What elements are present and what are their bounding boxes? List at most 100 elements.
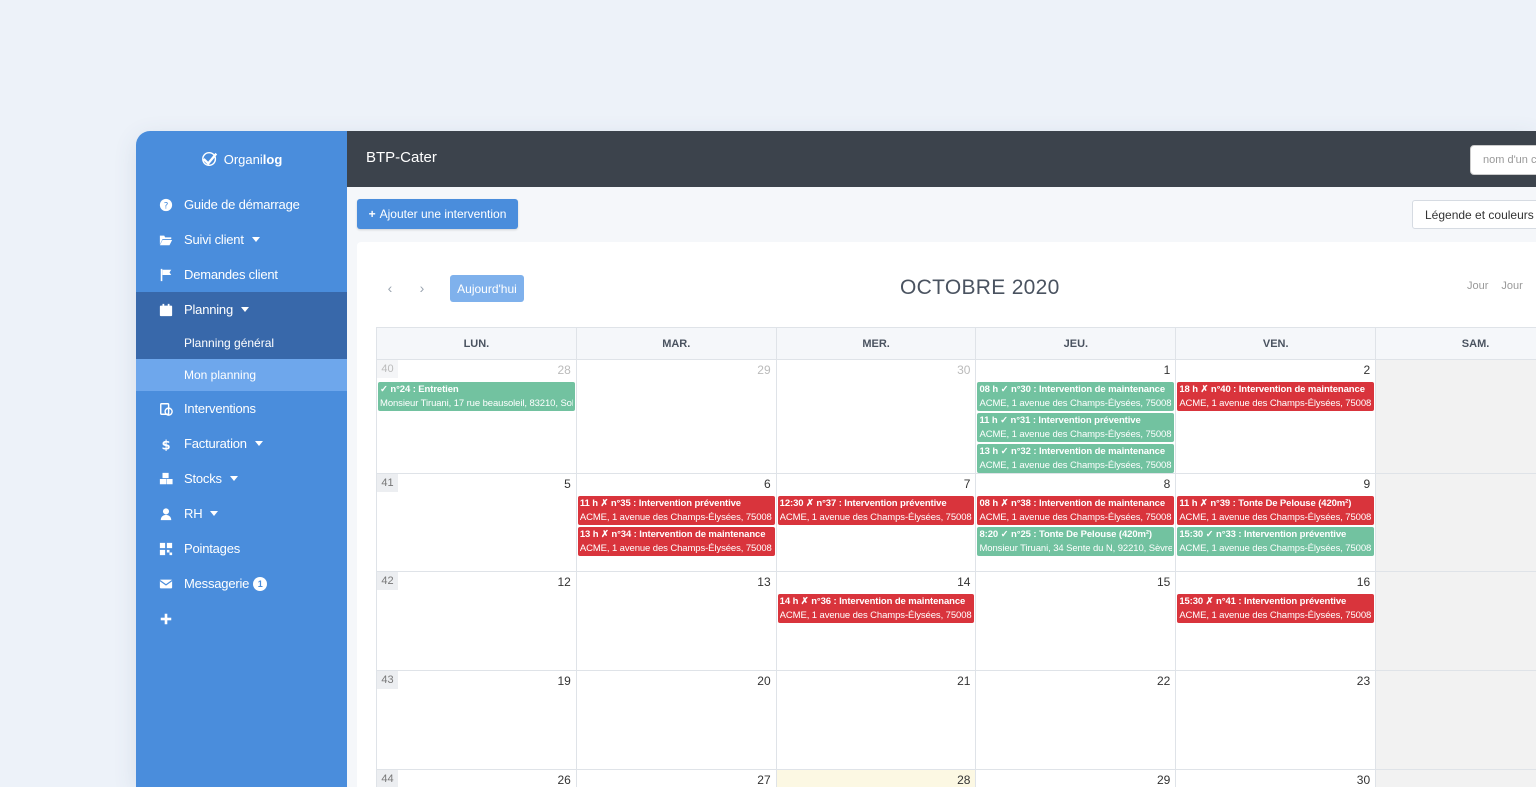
sidebar-item-planning[interactable]: Planning xyxy=(136,292,347,327)
calendar-day-cell[interactable]: 29 xyxy=(576,360,777,474)
calendar-day-cell[interactable]: 23 xyxy=(1176,671,1377,770)
day-number[interactable]: 15 xyxy=(1157,575,1170,589)
brand-logo[interactable]: Organilog xyxy=(136,131,347,187)
calendar-day-cell[interactable]: 22 xyxy=(976,671,1177,770)
day-number[interactable]: 9 xyxy=(1363,477,1370,491)
calendar-day-cell[interactable]: 41 5 xyxy=(377,474,577,572)
calendar-event[interactable]: ✓ n°24 : Entretien Monsieur Tiruani, 17 r… xyxy=(378,382,575,411)
calendar-event[interactable]: 08 h ✗ n°38 : Intervention de maintenanc… xyxy=(977,496,1175,525)
calendar-day-cell[interactable]: 30 xyxy=(776,360,977,474)
week-number[interactable]: 40 xyxy=(377,360,398,378)
day-number[interactable]: 13 xyxy=(757,575,770,589)
day-number[interactable]: 30 xyxy=(1357,773,1370,787)
day-number[interactable]: 27 xyxy=(757,773,770,787)
calendar-event[interactable]: 12:30 ✗ n°37 : Intervention préventive AC… xyxy=(777,496,975,525)
calendar-day-cell[interactable] xyxy=(1376,360,1536,474)
sidebar-item-add[interactable] xyxy=(136,601,347,636)
calendar-day-cell[interactable] xyxy=(1376,671,1536,770)
day-number[interactable]: 12 xyxy=(557,575,570,589)
calendar-day-cell[interactable]: 40 28 ✓ n°24 : Entretien Monsieur Tiruani, … xyxy=(377,360,577,474)
day-number[interactable]: 1 xyxy=(1164,363,1171,377)
calendar-event[interactable]: 13 h ✗ n°34 : Intervention de maintenanc… xyxy=(577,527,775,556)
next-month-button[interactable]: › xyxy=(408,275,436,301)
day-number[interactable]: 22 xyxy=(1157,674,1170,688)
day-number[interactable]: 28 xyxy=(957,773,970,787)
calendar-event[interactable]: 11 h ✗ n°39 : Tonte De Pelouse (420m²) AC… xyxy=(1177,496,1375,525)
weekday-header: LUN. xyxy=(377,328,577,359)
calendar-event[interactable]: 11 h ✓ n°31 : Intervention préventive ACM… xyxy=(977,413,1175,442)
day-number[interactable]: 26 xyxy=(557,773,570,787)
sidebar-item-messagerie[interactable]: Messagerie 1 xyxy=(136,566,347,601)
calendar-day-cell[interactable] xyxy=(1376,572,1536,671)
sidebar-subitem-planning-general[interactable]: Planning général xyxy=(136,327,347,359)
day-number[interactable]: 21 xyxy=(957,674,970,688)
day-number[interactable]: 16 xyxy=(1357,575,1370,589)
calendar-day-cell[interactable]: 16 15:30 ✗ n°41 : Intervention préventive… xyxy=(1176,572,1377,671)
day-number[interactable]: 8 xyxy=(1164,477,1171,491)
calendar-event[interactable]: 8:20 ✓ n°25 : Tonte De Pelouse (420m²) Mo… xyxy=(977,527,1175,556)
day-number[interactable]: 5 xyxy=(564,477,571,491)
calendar-event[interactable]: 15:30 ✗ n°41 : Intervention préventive AC… xyxy=(1177,594,1375,623)
calendar-day-cell[interactable]: 7 12:30 ✗ n°37 : Intervention préventive A… xyxy=(776,474,977,572)
day-number[interactable]: 7 xyxy=(964,477,971,491)
calendar-day-cell[interactable]: 43 19 xyxy=(377,671,577,770)
week-number[interactable]: 43 xyxy=(377,671,398,689)
week-number[interactable]: 44 xyxy=(377,770,398,787)
day-number[interactable]: 29 xyxy=(757,363,770,377)
calendar-event[interactable]: 13 h ✓ n°32 : Intervention de maintenanc… xyxy=(977,444,1175,473)
day-number[interactable]: 2 xyxy=(1363,363,1370,377)
sidebar-subitem-mon-planning[interactable]: Mon planning xyxy=(136,359,347,391)
day-number[interactable]: 30 xyxy=(957,363,970,377)
calendar-day-cell[interactable]: 15 xyxy=(976,572,1177,671)
view-day-button[interactable]: Jour xyxy=(1467,280,1488,292)
calendar-event[interactable]: 11 h ✗ n°35 : Intervention préventive ACM… xyxy=(577,496,775,525)
sidebar-item-demandes-client[interactable]: Demandes client xyxy=(136,257,347,292)
day-number[interactable]: 14 xyxy=(957,575,970,589)
day-number[interactable]: 19 xyxy=(557,674,570,688)
week-number[interactable]: 41 xyxy=(377,474,398,492)
search-input[interactable]: nom d'un c xyxy=(1470,145,1536,175)
calendar-day-cell[interactable]: 9 11 h ✗ n°39 : Tonte De Pelouse (420m²) A… xyxy=(1176,474,1377,572)
prev-month-button[interactable]: ‹ xyxy=(376,275,404,301)
day-number[interactable]: 6 xyxy=(764,477,771,491)
day-number[interactable]: 29 xyxy=(1157,773,1170,787)
calendar-day-cell[interactable]: 27 xyxy=(577,770,777,787)
calendar-day-cell[interactable] xyxy=(1376,474,1536,572)
calendar-day-cell[interactable]: 21 xyxy=(776,671,977,770)
calendar-day-cell[interactable]: 30 xyxy=(1176,770,1377,787)
calendar-day-cell[interactable] xyxy=(1376,770,1536,787)
calendar-event[interactable]: 08 h ✓ n°30 : Intervention de maintenanc… xyxy=(977,382,1175,411)
event-title: 08 h ✓ n°30 : Intervention de maintenanc… xyxy=(979,384,1166,395)
sidebar-item-label: Suivi client xyxy=(184,232,244,247)
add-intervention-button[interactable]: + Ajouter une intervention xyxy=(357,199,518,229)
calendar-day-cell[interactable]: 42 12 xyxy=(377,572,577,671)
sidebar-item-guide-de-demarrage[interactable]: ? Guide de démarrage xyxy=(136,187,347,222)
calendar-day-cell[interactable]: 6 11 h ✗ n°35 : Intervention préventive AC… xyxy=(576,474,777,572)
calendar-day-cell[interactable]: 2 18 h ✗ n°40 : Intervention de maintenan… xyxy=(1176,360,1377,474)
calendar-day-cell[interactable]: 29 xyxy=(976,770,1177,787)
calendar-day-cell[interactable]: 28 xyxy=(776,770,977,787)
sidebar-item-suivi-client[interactable]: Suivi client xyxy=(136,222,347,257)
calendar-event[interactable]: 15:30 ✓ n°33 : Intervention préventive AC… xyxy=(1177,527,1375,556)
sidebar-item-interventions[interactable]: Interventions xyxy=(136,391,347,426)
day-number[interactable]: 20 xyxy=(757,674,770,688)
sidebar-item-pointages[interactable]: Pointages xyxy=(136,531,347,566)
calendar-day-cell[interactable]: 44 26 xyxy=(377,770,577,787)
day-number[interactable]: 23 xyxy=(1357,674,1370,688)
legend-colors-button[interactable]: Légende et couleurs xyxy=(1412,200,1536,229)
calendar-event[interactable]: 14 h ✗ n°36 : Intervention de maintenanc… xyxy=(777,594,975,623)
calendar-day-cell[interactable]: 1 08 h ✓ n°30 : Intervention de maintenan… xyxy=(976,360,1177,474)
clipboard-clock-icon xyxy=(158,401,174,417)
calendar-day-cell[interactable]: 8 08 h ✗ n°38 : Intervention de maintenan… xyxy=(976,474,1177,572)
calendar-event[interactable]: 18 h ✗ n°40 : Intervention de maintenanc… xyxy=(1177,382,1375,411)
calendar-day-cell[interactable]: 20 xyxy=(576,671,777,770)
sidebar-item-facturation[interactable]: $ Facturation xyxy=(136,426,347,461)
calendar-day-cell[interactable]: 13 xyxy=(576,572,777,671)
sidebar-item-stocks[interactable]: Stocks xyxy=(136,461,347,496)
view-day-button-2[interactable]: Jour xyxy=(1501,280,1522,292)
day-number[interactable]: 28 xyxy=(557,363,570,377)
today-button[interactable]: Aujourd'hui xyxy=(450,275,524,302)
week-number[interactable]: 42 xyxy=(377,572,398,590)
calendar-day-cell[interactable]: 14 14 h ✗ n°36 : Intervention de maintena… xyxy=(776,572,977,671)
sidebar-item-rh[interactable]: RH xyxy=(136,496,347,531)
